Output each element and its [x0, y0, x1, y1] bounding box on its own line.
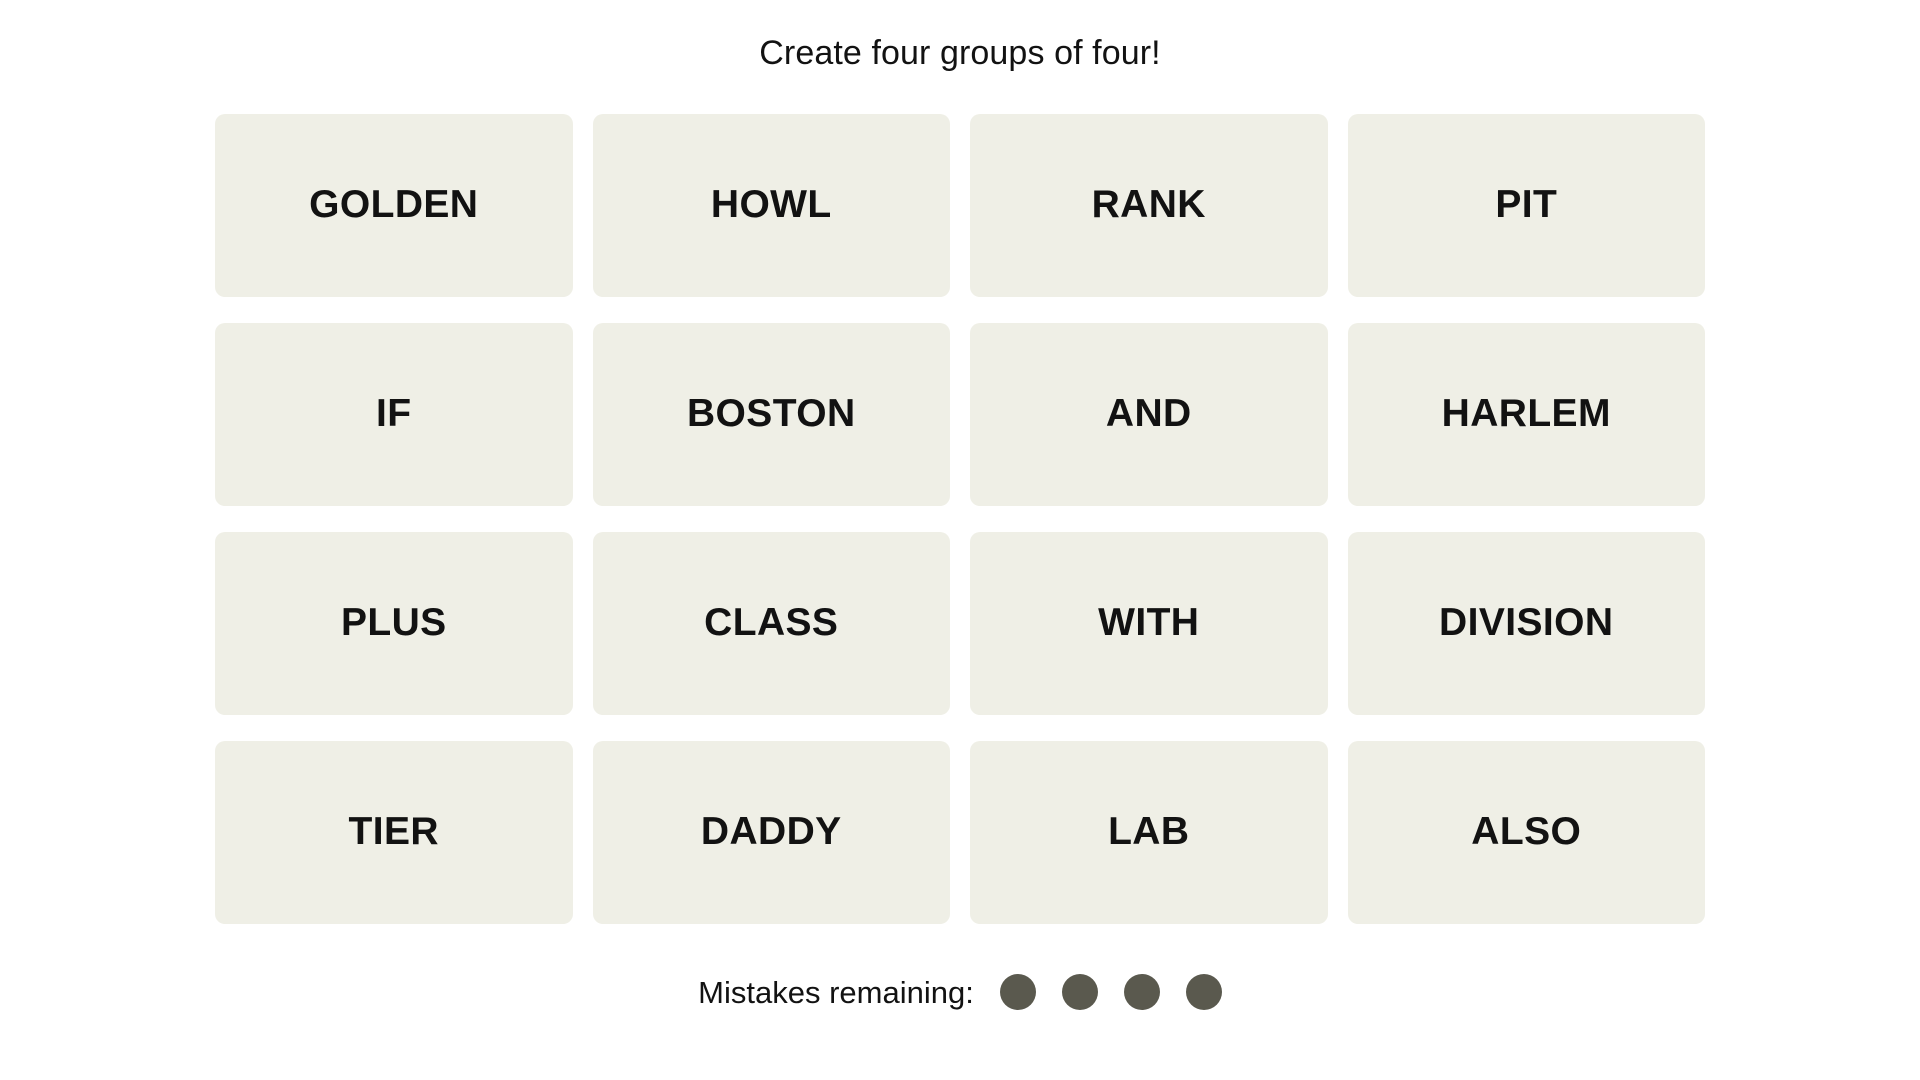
word-tile-harlem[interactable]: HARLEM: [1347, 323, 1705, 506]
word-tile-plus[interactable]: PLUS: [215, 532, 573, 715]
word-tile-label: TIER: [348, 810, 439, 854]
word-tile-division[interactable]: DIVISION: [1347, 532, 1705, 715]
page-title: Create four groups of four!: [759, 34, 1161, 72]
word-tile-rank[interactable]: RANK: [970, 114, 1328, 297]
word-tile-daddy[interactable]: DADDY: [592, 741, 950, 924]
mistake-dot-icon: [1061, 974, 1098, 1010]
word-tile-label: BOSTON: [686, 392, 856, 436]
word-tile-lab[interactable]: LAB: [970, 741, 1328, 924]
word-tile-with[interactable]: WITH: [970, 532, 1328, 715]
mistake-dot-icon: [1185, 974, 1222, 1010]
mistakes-remaining-row: Mistakes remaining:: [698, 974, 1222, 1010]
word-tile-label: PLUS: [340, 601, 447, 645]
word-tile-golden[interactable]: GOLDEN: [215, 114, 573, 297]
word-tile-and[interactable]: AND: [970, 323, 1328, 506]
word-tile-pit[interactable]: PIT: [1347, 114, 1705, 297]
word-tile-if[interactable]: IF: [215, 323, 573, 506]
mistakes-dot-group: [999, 974, 1222, 1010]
word-tile-label: LAB: [1108, 810, 1190, 854]
word-tile-label: WITH: [1098, 601, 1200, 645]
word-tile-label: GOLDEN: [309, 183, 479, 227]
word-tile-label: IF: [376, 392, 412, 436]
word-tile-label: DADDY: [700, 810, 842, 854]
word-tile-also[interactable]: ALSO: [1347, 741, 1705, 924]
mistake-dot-icon: [999, 974, 1036, 1010]
word-tile-label: AND: [1105, 392, 1192, 436]
word-tile-label: ALSO: [1471, 810, 1582, 854]
puzzle-grid: GOLDEN HOWL RANK PIT IF BOSTON AND HARLE…: [215, 114, 1705, 924]
word-tile-label: HARLEM: [1441, 392, 1611, 436]
word-tile-boston[interactable]: BOSTON: [592, 323, 950, 506]
mistakes-remaining-label: Mistakes remaining:: [698, 974, 974, 1010]
word-tile-label: PIT: [1495, 183, 1558, 227]
word-tile-tier[interactable]: TIER: [215, 741, 573, 924]
word-tile-label: DIVISION: [1439, 601, 1614, 645]
word-tile-howl[interactable]: HOWL: [592, 114, 950, 297]
word-tile-label: HOWL: [710, 183, 832, 227]
word-tile-label: RANK: [1091, 183, 1206, 227]
mistake-dot-icon: [1123, 974, 1160, 1010]
word-tile-class[interactable]: CLASS: [592, 532, 950, 715]
word-tile-label: CLASS: [704, 601, 839, 645]
